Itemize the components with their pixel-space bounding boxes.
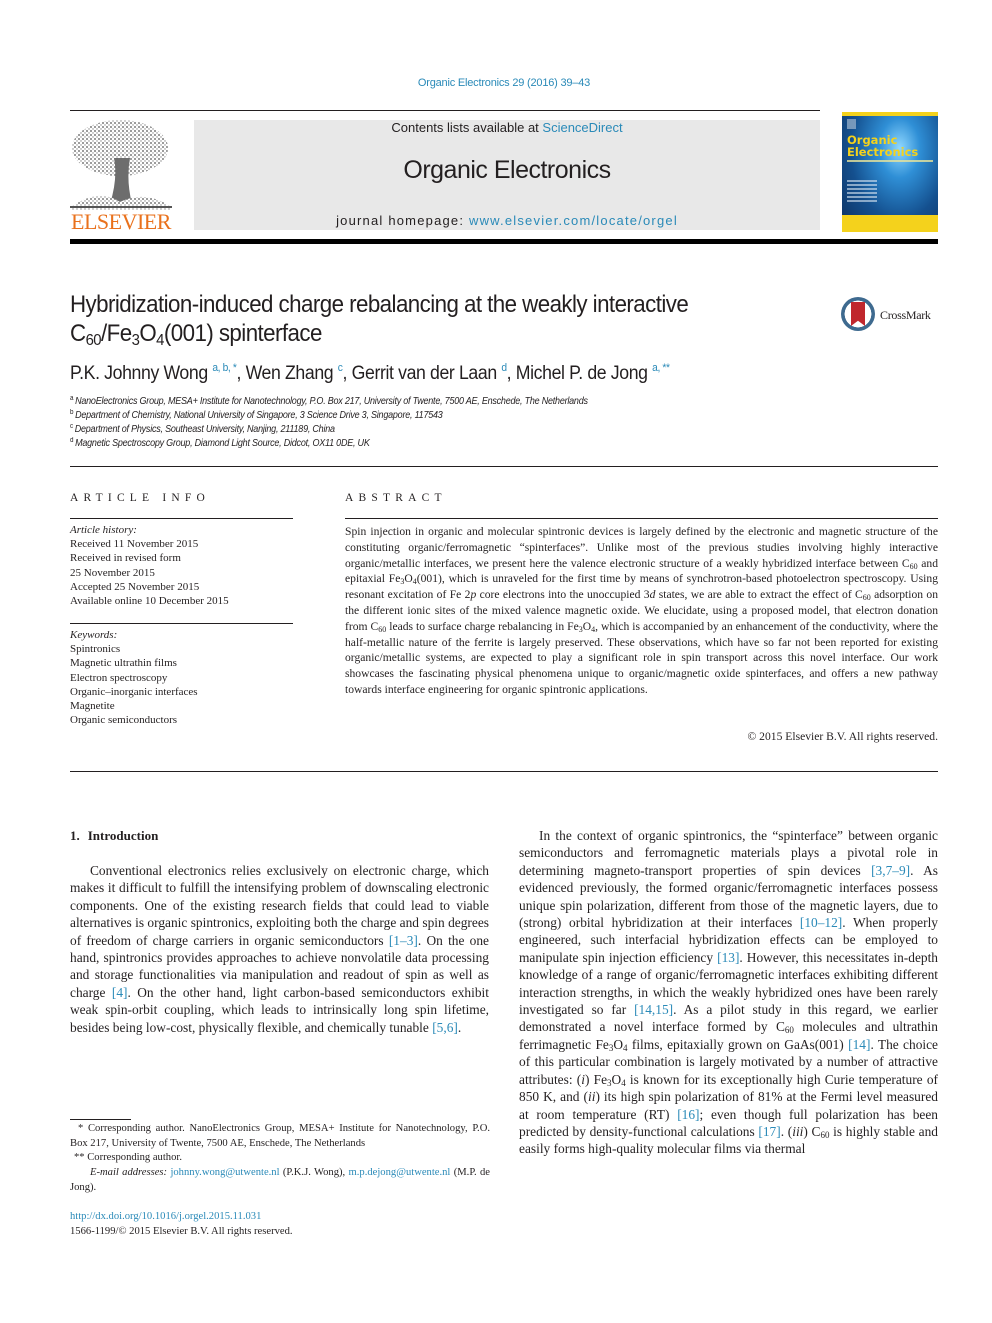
history-item: Available online 10 December 2015 (70, 595, 229, 608)
affiliation: c Department of Physics, Southeast Univer… (70, 423, 335, 435)
contents-prefix: Contents lists available at (391, 120, 543, 135)
history-item: 25 November 2015 (70, 566, 155, 579)
author-name[interactable]: Gerrit van der Laan (352, 363, 498, 384)
email-link[interactable]: johnny.wong@utwente.nl (170, 1167, 279, 1178)
affiliation: b Department of Chemistry, National Unive… (70, 409, 443, 421)
cover-bottom-bar (842, 215, 938, 232)
crossmark-badge[interactable]: CrossMark (841, 297, 941, 335)
keywords: Keywords: Spintronics Magnetic ultrathin… (70, 628, 198, 727)
citation-link[interactable]: [13] (717, 950, 739, 965)
article-title: Hybridization-induced charge rebalancing… (70, 290, 777, 349)
paragraph: In the context of organic spintronics, t… (519, 828, 938, 1157)
divider (70, 466, 938, 467)
citation-link[interactable]: [1–3] (389, 933, 418, 948)
journal-citation-link[interactable]: Organic Electronics 29 (2016) 39–43 (0, 77, 992, 89)
section-heading: 1. Introduction (70, 828, 158, 844)
body-column-right: In the context of organic spintronics, t… (519, 827, 938, 1158)
keyword: Magnetite (70, 700, 115, 713)
elsevier-logo[interactable]: ELSEVIER (70, 118, 172, 234)
author-name[interactable]: Wen Zhang (246, 363, 334, 384)
cover-publisher-icon (847, 119, 856, 129)
journal-name: Organic Electronics (403, 156, 611, 184)
history-item: Received in revised form (70, 552, 181, 565)
contents-line: Contents lists available at ScienceDirec… (194, 120, 820, 135)
divider (345, 518, 938, 519)
journal-cover-image[interactable]: Organic Electronics (842, 112, 938, 232)
keyword: Magnetic ultrathin films (70, 657, 177, 670)
cover-title: Organic Electronics (847, 134, 918, 158)
footnotes: * Corresponding author. NanoElectronics … (70, 1122, 490, 1196)
keyword: Organic–inorganic interfaces (70, 685, 198, 698)
affiliation: d Magnetic Spectroscopy Group, Diamond Li… (70, 437, 370, 449)
divider (70, 771, 938, 772)
article-history: Article history: Received 11 November 20… (70, 523, 229, 608)
section-title: Introduction (87, 828, 159, 843)
keyword: Organic semiconductors (70, 714, 178, 727)
header-thick-rule (70, 239, 938, 244)
author-affiliation-marks[interactable]: a, b, * (212, 362, 237, 374)
homepage-prefix: journal homepage: (336, 213, 469, 228)
abstract-heading: ABSTRACT (345, 492, 447, 504)
footnote-emails: E-mail addresses: johnny.wong@utwente.nl… (70, 1167, 491, 1193)
header-rule (70, 110, 820, 111)
cover-editors (847, 180, 877, 202)
divider (70, 623, 293, 624)
title-line-1: Hybridization-induced charge rebalancing… (70, 291, 689, 318)
divider (70, 518, 293, 519)
footnote-corresponding-2: ** Corresponding author. (74, 1152, 182, 1164)
history-item: Accepted 25 November 2015 (70, 580, 200, 593)
journal-banner: Contents lists available at ScienceDirec… (194, 120, 820, 230)
history-label: Article history: (70, 524, 137, 536)
citation-link[interactable]: [14] (848, 1037, 870, 1052)
elsevier-tree-icon (70, 120, 172, 210)
journal-homepage-line: journal homepage: www.elsevier.com/locat… (194, 213, 820, 228)
issn-copyright: 1566-1199/© 2015 Elsevier B.V. All right… (70, 1226, 293, 1237)
email-link[interactable]: m.p.dejong@utwente.nl (349, 1167, 451, 1178)
author-affiliation-marks[interactable]: c (338, 362, 343, 374)
author-name[interactable]: Michel P. de Jong (516, 363, 648, 384)
citation-link[interactable]: [16] (677, 1107, 699, 1122)
footnote-corresponding-1: * Corresponding author. NanoElectronics … (70, 1123, 490, 1149)
article-info-heading: ARTICLE INFO (70, 492, 210, 504)
sciencedirect-link[interactable]: ScienceDirect (542, 120, 622, 135)
citation-link[interactable]: [4] (112, 985, 128, 1000)
abstract-text: Spin injection in organic and molecular … (345, 525, 939, 696)
journal-homepage-link[interactable]: www.elsevier.com/locate/orgel (469, 213, 678, 228)
citation-link[interactable]: [14,15] (634, 1002, 673, 1017)
keyword: Electron spectroscopy (70, 671, 168, 684)
citation-link[interactable]: [5,6] (432, 1020, 458, 1035)
footnote-rule (70, 1119, 131, 1120)
abstract-copyright: © 2015 Elsevier B.V. All rights reserved… (747, 730, 938, 743)
citation-link[interactable]: [3,7–9] (871, 863, 910, 878)
author-affiliation-marks[interactable]: a, ** (652, 362, 670, 374)
citation-link[interactable]: [17] (758, 1124, 780, 1139)
crossmark-label: CrossMark (880, 308, 931, 322)
email-label: E-mail addresses: (90, 1167, 168, 1179)
cover-subtitle (847, 160, 933, 162)
citation-link[interactable]: [10–12] (800, 915, 842, 930)
affiliation: a NanoElectronics Group, MESA+ Institute … (70, 395, 588, 407)
paragraph: Conventional electronics relies exclusiv… (70, 863, 490, 1035)
cover-title-line2: Electronics (847, 145, 919, 159)
title-line-2: C60/Fe3O4(001) spinterface (70, 320, 322, 349)
section-number: 1. (70, 828, 80, 843)
history-item: Received 11 November 2015 (70, 538, 199, 551)
author-list: P.K. Johnny Wong a, b, *, Wen Zhang c, G… (70, 362, 670, 384)
elsevier-wordmark: ELSEVIER (71, 209, 171, 234)
cover-top-bar (842, 112, 938, 116)
author-affiliation-marks[interactable]: d (501, 362, 507, 374)
doi-link[interactable]: http://dx.doi.org/10.1016/j.orgel.2015.1… (70, 1211, 261, 1222)
keyword: Spintronics (70, 643, 121, 656)
body-column-left: Conventional electronics relies exclusiv… (70, 862, 489, 1036)
keywords-label: Keywords: (70, 629, 118, 641)
author-name[interactable]: P.K. Johnny Wong (70, 363, 208, 384)
